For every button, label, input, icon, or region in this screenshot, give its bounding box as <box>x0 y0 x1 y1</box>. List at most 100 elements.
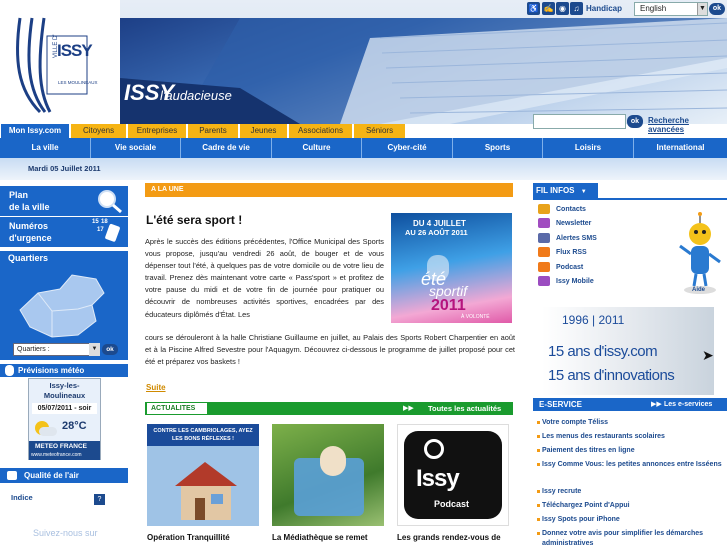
logo-issy: ISSY <box>57 41 93 60</box>
people-figure <box>320 446 346 476</box>
all-news-link[interactable]: Toutes les actualités <box>428 403 501 414</box>
eservice-item[interactable]: Les menus des restaurants scolaires <box>537 432 727 442</box>
podcast-wave-icon <box>424 439 444 459</box>
accessibility-eye-icon[interactable]: ◉ <box>556 2 569 15</box>
eservice-item[interactable]: Donnez votre avis pour simplifier les dé… <box>537 529 727 545</box>
slogan-audacieuse: l'audacieuse <box>160 88 232 103</box>
fil-item-podcast[interactable]: Podcast <box>538 261 583 275</box>
une-body-2: cours se dérouleront à la halle Christia… <box>145 333 515 367</box>
news-caption-podcast[interactable]: Les grands rendez-vous de <box>397 533 501 542</box>
tab-entreprises[interactable]: Entreprises <box>128 124 187 138</box>
fil-item-label: Newsletter <box>556 220 592 227</box>
all-eservices-link[interactable]: Les e-services <box>664 398 712 411</box>
newsletter-icon <box>538 218 550 229</box>
meteo-url: www.meteofrance.com <box>31 452 82 458</box>
poster-dates-2: AU 26 AOÛT 2011 <box>405 228 468 237</box>
tab-seniors[interactable]: Séniors <box>354 124 406 138</box>
accessibility-wheelchair-icon[interactable]: ♿ <box>527 2 540 15</box>
meteo-widget[interactable]: Issy-les-Moulineaux 05/07/2011 - soir 28… <box>28 378 101 460</box>
anniversary-line-2: 15 ans d'innovations <box>548 367 675 384</box>
nav-sports[interactable]: Sports <box>453 138 543 158</box>
fil-item-mobile[interactable]: Issy Mobile <box>538 275 594 289</box>
suite-link[interactable]: Suite <box>146 383 166 392</box>
news-caption-tranquillite[interactable]: Opération Tranquillité <box>147 533 230 542</box>
banner-architecture <box>120 18 727 124</box>
nav-cyber-cite[interactable]: Cyber-cité <box>362 138 453 158</box>
magnifier-map-icon <box>98 190 122 214</box>
help-icon[interactable]: ? <box>94 494 105 505</box>
nav-international[interactable]: International <box>634 138 727 158</box>
actualites-label: ACTUALITES <box>147 403 207 414</box>
rss-icon <box>538 247 550 258</box>
tab-mon-issy[interactable]: Mon Issy.com <box>1 124 70 138</box>
mobile-icon <box>538 276 550 287</box>
fil-item-contacts[interactable]: Contacts <box>538 203 586 217</box>
fil-item-newsletter[interactable]: Newsletter <box>538 217 591 231</box>
plan-label-1: Plan <box>9 190 29 200</box>
meteo-brand-band: METEO FRANCE www.meteofrance.com <box>29 441 100 460</box>
fil-infos-header: FIL INFOS ▼ <box>533 183 598 198</box>
chevron-down-icon[interactable]: ▼ <box>89 343 100 356</box>
search-input[interactable] <box>533 114 626 129</box>
news-thumb-mediatheque[interactable] <box>272 424 384 526</box>
handicap-link[interactable]: Handicap <box>586 4 622 13</box>
tab-jeunes[interactable]: Jeunes <box>240 124 288 138</box>
news-thumb-tranquillite[interactable]: CONTRE LES CAMBRIOLAGES, AYEZ LES BONS R… <box>147 424 259 526</box>
cursor-icon: ➤ <box>702 347 714 363</box>
quartier-select[interactable]: Quartiers : <box>13 343 100 356</box>
nav-la-ville[interactable]: La ville <box>0 138 91 158</box>
ete-sportif-poster[interactable]: DU 4 JUILLET AU 26 AOÛT 2011 été sportif… <box>391 213 512 323</box>
eservice-item[interactable]: Issy Spots pour iPhone <box>537 515 727 525</box>
news-caption-mediatheque[interactable]: La Médiathèque se remet <box>272 533 368 542</box>
tab-associations[interactable]: Associations <box>289 124 353 138</box>
tab-parents[interactable]: Parents <box>188 124 239 138</box>
thermometer-icon <box>5 365 14 376</box>
double-arrow-icon: ▶▶ <box>651 401 662 408</box>
une-title[interactable]: L'été sera sport ! <box>146 213 242 227</box>
plan-de-la-ville-link[interactable]: Plan de la ville <box>0 186 128 216</box>
nav-culture[interactable]: Culture <box>272 138 362 158</box>
sms-icon <box>538 233 550 244</box>
mascot-robot-icon <box>679 212 721 294</box>
date-strip <box>0 158 727 180</box>
eservice-item[interactable]: Paiement des titres en ligne <box>537 446 727 456</box>
nav-loisirs[interactable]: Loisirs <box>543 138 634 158</box>
chevron-down-icon[interactable]: ▼ <box>697 3 707 15</box>
fil-item-label: Contacts <box>556 206 586 213</box>
numeros-urgence-link[interactable]: Numéros d'urgence 15 18 17 <box>0 217 128 247</box>
anniversary-banner[interactable]: 1996 | 2011 15 ans d'issy.com 15 ans d'i… <box>542 307 714 395</box>
help-mascot[interactable]: Aide <box>676 210 724 296</box>
air-icon <box>7 471 17 480</box>
a-la-une-header: A LA UNE <box>145 183 513 197</box>
envelope-icon <box>538 204 550 215</box>
current-date: Mardi 05 Juillet 2011 <box>28 164 101 173</box>
accessibility-ear-icon[interactable]: ♫ <box>570 2 583 15</box>
tab-citoyens[interactable]: Citoyens <box>71 124 127 138</box>
language-ok-button[interactable]: ok <box>709 3 725 15</box>
meteo-date: 05/07/2011 - soir <box>32 403 97 414</box>
numeros-label-1: Numéros <box>9 221 49 231</box>
accessibility-sign-icon[interactable]: ✍ <box>542 2 555 15</box>
meteo-title: Prévisions météo <box>0 364 128 377</box>
air-quality-title: Qualité de l'air <box>0 468 128 483</box>
air-index-label: Indice <box>11 493 33 502</box>
fil-item-rss[interactable]: Flux RSS <box>538 246 587 260</box>
eservice-item[interactable]: Votre compte Téliss <box>537 418 727 428</box>
eservice-item[interactable]: Issy Comme Vous: les petites annonces en… <box>537 460 727 470</box>
eservice-item[interactable]: Téléchargez Point d'Appui <box>537 501 727 511</box>
quartier-ok-button[interactable]: ok <box>102 344 118 355</box>
anniversary-years: 1996 | 2011 <box>562 313 625 327</box>
news-thumb-podcast[interactable]: Issy Podcast <box>397 424 509 526</box>
poster-dates-1: DU 4 JUILLET <box>413 219 466 228</box>
anniversary-line-1: 15 ans d'issy.com <box>548 343 658 360</box>
fil-item-label: Alertes SMS <box>556 235 597 242</box>
nav-cadre-de-vie[interactable]: Cadre de vie <box>181 138 272 158</box>
podcast-issy: Issy <box>416 465 460 492</box>
eservice-item[interactable]: Issy recrute <box>537 487 727 497</box>
advanced-search-link[interactable]: Recherche avancées <box>648 116 727 134</box>
fil-item-label: Flux RSS <box>556 249 587 256</box>
nav-vie-sociale[interactable]: Vie sociale <box>91 138 181 158</box>
site-logo[interactable]: VILLE D' ISSY LES MOULINEAUX <box>0 0 120 124</box>
search-ok-button[interactable]: ok <box>627 115 643 128</box>
fil-item-sms[interactable]: Alertes SMS <box>538 232 597 246</box>
